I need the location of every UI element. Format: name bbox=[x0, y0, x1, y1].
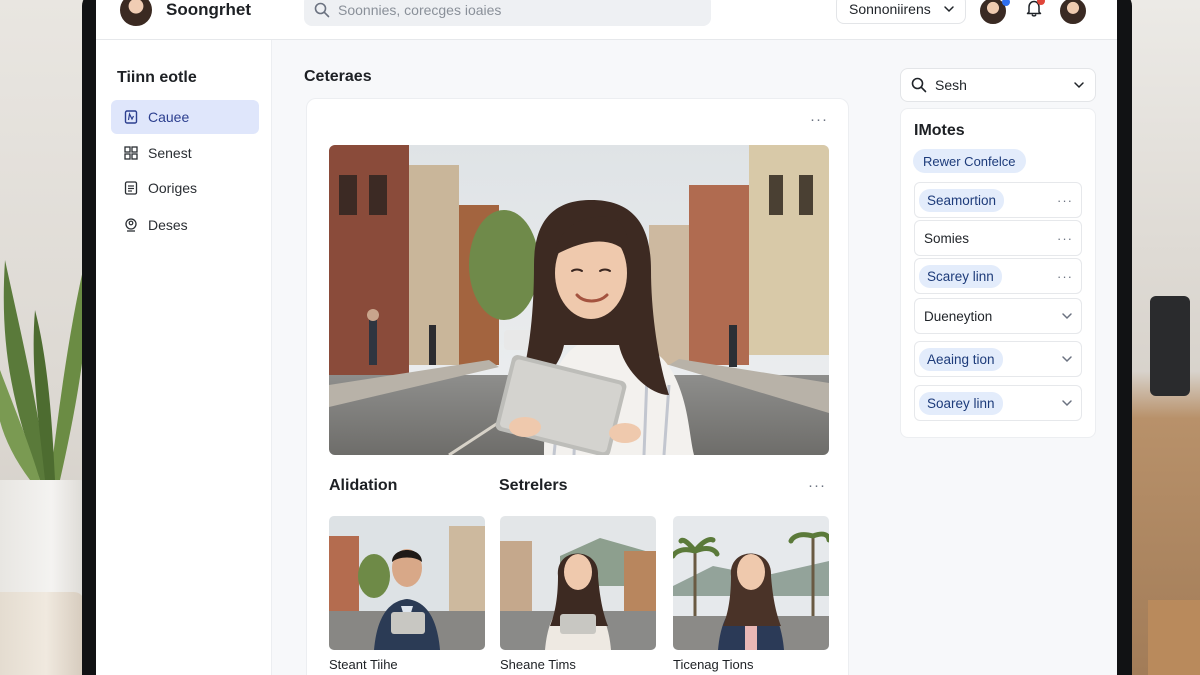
top-bar: Soongrhet Sonnoniirens bbox=[96, 0, 1117, 40]
section-label-left: Alidation bbox=[329, 477, 398, 494]
brand-avatar[interactable] bbox=[118, 0, 154, 28]
profile-avatar[interactable] bbox=[1058, 0, 1088, 26]
sidebar-item-ooriges[interactable]: Ooriges bbox=[111, 171, 259, 205]
hero-image[interactable] bbox=[329, 145, 829, 455]
chevron-down-icon bbox=[944, 6, 954, 13]
speaker-decoration bbox=[1150, 296, 1190, 396]
sidebar: Tiinn eotle Cauee Senest Ooriges Deses bbox=[96, 40, 272, 675]
grid-icon bbox=[123, 145, 139, 161]
right-search-select[interactable]: Sesh bbox=[900, 68, 1096, 102]
thumbnail-image[interactable] bbox=[329, 516, 485, 650]
search-icon bbox=[314, 2, 330, 18]
notes-title: IMotes bbox=[914, 122, 965, 139]
notes-row[interactable]: Scarey linn ··· bbox=[914, 258, 1082, 294]
sidebar-item-label: Senest bbox=[148, 145, 192, 161]
card-more-button[interactable]: ··· bbox=[810, 111, 828, 128]
document-icon bbox=[123, 109, 139, 125]
section-more-button[interactable]: ··· bbox=[808, 477, 826, 494]
thumbnail-caption: Sheane Tims bbox=[500, 657, 576, 672]
app-screen: Soongrhet Sonnoniirens Tiinn eotle bbox=[96, 0, 1117, 675]
sidebar-item-label: Cauee bbox=[148, 109, 190, 125]
online-status-badge bbox=[1002, 0, 1010, 6]
sidebar-title: Tiinn eotle bbox=[117, 69, 197, 86]
notes-row[interactable]: Soarey linn bbox=[914, 385, 1082, 421]
sidebar-item-deses[interactable]: Deses bbox=[111, 208, 259, 242]
notes-row[interactable]: Somies ··· bbox=[914, 220, 1082, 256]
more-icon[interactable]: ··· bbox=[1057, 193, 1073, 208]
page-title: Ceteraes bbox=[304, 68, 372, 85]
brand-name: Soongrhet bbox=[166, 0, 251, 19]
notes-row-label: Seamortion bbox=[919, 188, 1005, 212]
coffee-mug bbox=[0, 592, 84, 675]
search-bar[interactable] bbox=[304, 0, 711, 26]
plant-pot bbox=[0, 480, 86, 600]
thumbnail-image[interactable] bbox=[673, 516, 829, 650]
notes-row[interactable]: Seamortion ··· bbox=[914, 182, 1082, 218]
notes-row-label: Aeaing tion bbox=[919, 347, 1003, 371]
account-select[interactable]: Sonnoniirens bbox=[836, 0, 966, 24]
sidebar-item-cauee[interactable]: Cauee bbox=[111, 100, 259, 134]
chevron-down-icon bbox=[1074, 82, 1084, 89]
more-icon[interactable]: ··· bbox=[1057, 269, 1073, 284]
notes-row[interactable]: Dueneytion bbox=[914, 298, 1082, 334]
chevron-down-icon[interactable] bbox=[1061, 353, 1073, 365]
chevron-down-icon[interactable] bbox=[1061, 310, 1073, 322]
sidebar-item-label: Ooriges bbox=[148, 180, 198, 196]
notes-row[interactable]: Aeaing tion bbox=[914, 341, 1082, 377]
sidebar-item-label: Deses bbox=[148, 217, 188, 233]
notes-row-label: Dueneytion bbox=[924, 308, 993, 324]
search-icon bbox=[911, 77, 927, 93]
right-search-label: Sesh bbox=[935, 77, 967, 93]
section-label-right: Setrelers bbox=[499, 477, 568, 494]
thumbnail-caption: Ticenag Tions bbox=[673, 657, 754, 672]
user-badge-icon bbox=[123, 217, 139, 233]
search-input[interactable] bbox=[338, 2, 698, 18]
more-icon[interactable]: ··· bbox=[1057, 231, 1073, 246]
thumbnail-caption: Steant Tiihe bbox=[329, 657, 398, 672]
notes-chip[interactable]: Rewer Confelce bbox=[913, 149, 1026, 173]
notes-row-label: Scarey linn bbox=[919, 264, 1002, 288]
notes-row-label: Somies bbox=[924, 230, 970, 246]
chevron-down-icon[interactable] bbox=[1061, 397, 1073, 409]
list-icon bbox=[123, 180, 139, 196]
pen-cup-decoration bbox=[1148, 600, 1200, 675]
account-select-label: Sonnoniirens bbox=[849, 1, 931, 17]
sidebar-item-senest[interactable]: Senest bbox=[111, 136, 259, 170]
thumbnail-image[interactable] bbox=[500, 516, 656, 650]
notes-row-label: Soarey linn bbox=[919, 391, 1003, 415]
